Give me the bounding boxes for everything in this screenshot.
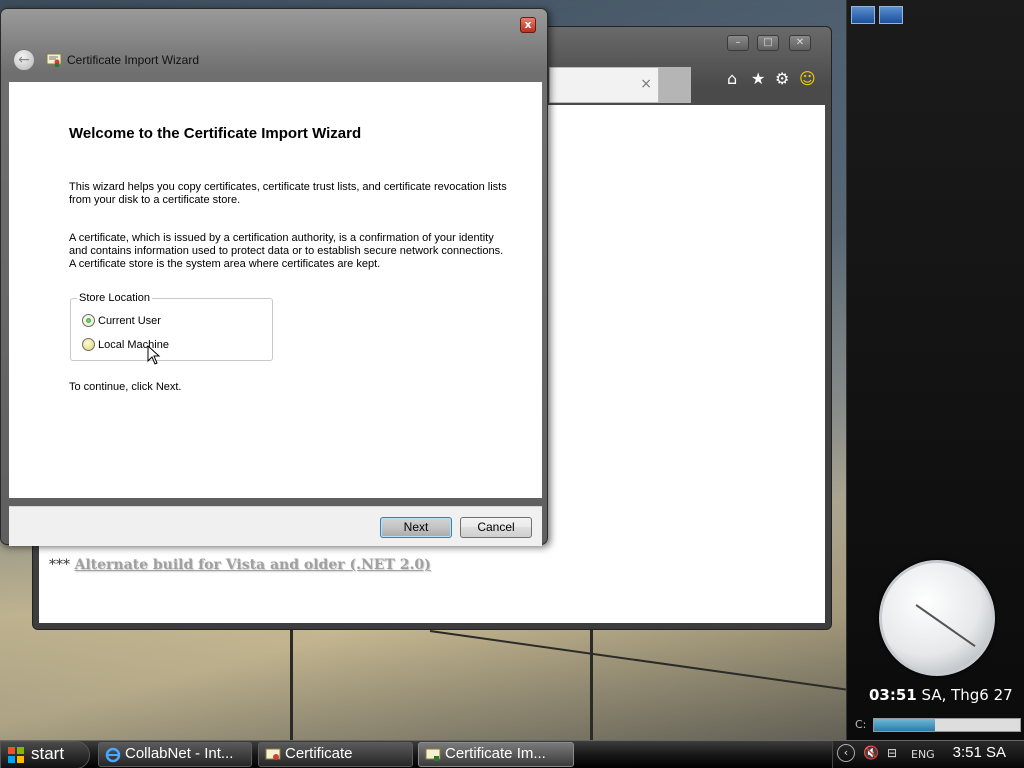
desktop-decor [290,630,293,740]
wizard-intro-text: This wizard helps you copy certificates,… [69,181,507,206]
volume-muted-icon[interactable]: 🔇 [863,746,879,761]
bullet-text: *** [49,557,70,573]
radio-label: Current User [98,314,161,327]
alternate-build-line: *** Alternate build for Vista and older … [49,557,431,573]
gear-icon[interactable]: ⚙ [775,69,789,88]
wizard-content: Welcome to the Certificate Import Wizard… [9,82,542,498]
wizard-description-text: A certificate, which is issued by a cert… [69,232,504,270]
minimize-button[interactable]: – [727,35,749,51]
taskbar-item-certificate-wizard[interactable]: Certificate Im... [418,742,574,767]
close-button[interactable]: x [520,17,536,33]
star-icon[interactable]: ★ [751,69,765,88]
next-button[interactable]: Next [380,517,452,538]
show-hidden-icons-icon[interactable]: ‹ [837,744,855,762]
certificate-icon [46,53,62,67]
windows-sidebar: 03:51 SA, Thg6 27 C: [846,0,1024,740]
wizard-footer: Next Cancel [9,506,542,546]
sidebar-gadget-icon[interactable] [851,6,875,24]
new-tab-button[interactable] [659,67,691,103]
start-button[interactable]: start [0,741,90,768]
cancel-button[interactable]: Cancel [460,517,532,538]
certificate-wizard-icon [425,748,441,761]
taskbar-item-label: CollabNet - Int... [125,745,234,762]
maximize-button[interactable]: □ [757,35,779,51]
sidebar-date: SA, Thg6 27 [916,686,1013,704]
store-location-group: Store Location Current User Local Machin… [70,292,273,361]
desktop-decor [590,630,593,740]
radio-button-checked[interactable] [82,314,95,327]
continue-instruction: To continue, click Next. [69,381,182,393]
browser-tab[interactable]: × [549,67,659,103]
clock-gadget[interactable] [879,560,995,676]
radio-button[interactable] [82,338,95,351]
tab-close-icon[interactable]: × [640,76,652,92]
clock-minute-hand [938,620,976,648]
drive-label: C: [855,718,867,731]
language-indicator[interactable]: ENG [911,748,935,761]
store-location-legend: Store Location [77,292,152,304]
alternate-build-link[interactable]: Alternate build for Vista and older (.NE… [74,557,430,573]
radio-current-user[interactable]: Current User [82,314,161,327]
ie-icon [105,747,121,763]
sidebar-time-bold: 03:51 [869,686,917,704]
network-icon[interactable]: ⊟ [887,746,897,760]
taskbar: start CollabNet - Int... Certificate Cer… [0,740,1024,768]
sidebar-switch-icon[interactable] [879,6,903,24]
smiley-icon[interactable]: ☺ [799,69,816,88]
certificate-icon [265,748,281,760]
wizard-heading: Welcome to the Certificate Import Wizard [69,125,362,142]
window-title: Certificate Import Wizard [67,53,200,67]
home-icon[interactable]: ⌂ [727,69,737,88]
sidebar-time: 03:51 SA, Thg6 27 [869,686,1013,704]
mouse-cursor-icon [147,345,161,365]
close-button[interactable]: ✕ [789,35,811,51]
start-label: start [31,744,65,763]
windows-logo-icon [8,747,24,763]
taskbar-item-label: Certificate [285,745,353,762]
taskbar-item-label: Certificate Im... [445,745,546,762]
back-arrow-icon[interactable]: ← [13,49,35,71]
certificate-import-wizard[interactable]: x ← Certificate Import Wizard Welcome to… [0,8,548,546]
clock-hour-hand [915,604,940,622]
system-tray: ‹ 🔇 ⊟ ENG 3:51 SA [832,741,1024,768]
drive-meter-fill [874,719,936,731]
taskbar-item-certificate[interactable]: Certificate [258,742,413,767]
taskbar-clock[interactable]: 3:51 SA [953,744,1006,761]
drive-meter [873,718,1021,732]
taskbar-item-collabnet[interactable]: CollabNet - Int... [98,742,252,767]
